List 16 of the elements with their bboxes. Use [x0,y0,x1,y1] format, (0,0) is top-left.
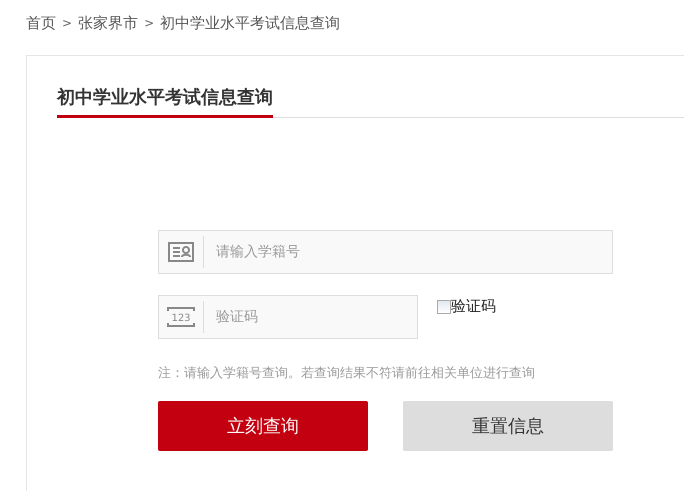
input-field[interactable]: 请输入学籍号 [214,243,603,261]
input-box[interactable]: 请输入学籍号 [158,230,613,274]
breadcrumb-link[interactable]: 首页 [26,14,56,32]
breadcrumb-separator: > [62,16,72,30]
id-card-icon [168,242,194,262]
breadcrumb-current: 初中学业水平考试信息查询 [160,14,340,32]
breadcrumb-link[interactable]: 张家界市 [78,14,138,32]
broken-image-icon [437,300,451,314]
captcha-image-alt-text: 验证码 [451,297,496,316]
breadcrumb-separator: > [144,16,154,30]
panel-title: 初中学业水平考试信息查询 [57,85,273,118]
reset-button[interactable]: 重置信息 [403,401,613,451]
note-text: 注：请输入学籍号查询。若查询结果不符请前往相关单位进行查询 [158,365,536,382]
search-button[interactable]: 立刻查询 [158,401,368,451]
number-code-icon-text: 123 [171,313,191,324]
input-field[interactable]: 验证码 [214,308,408,326]
